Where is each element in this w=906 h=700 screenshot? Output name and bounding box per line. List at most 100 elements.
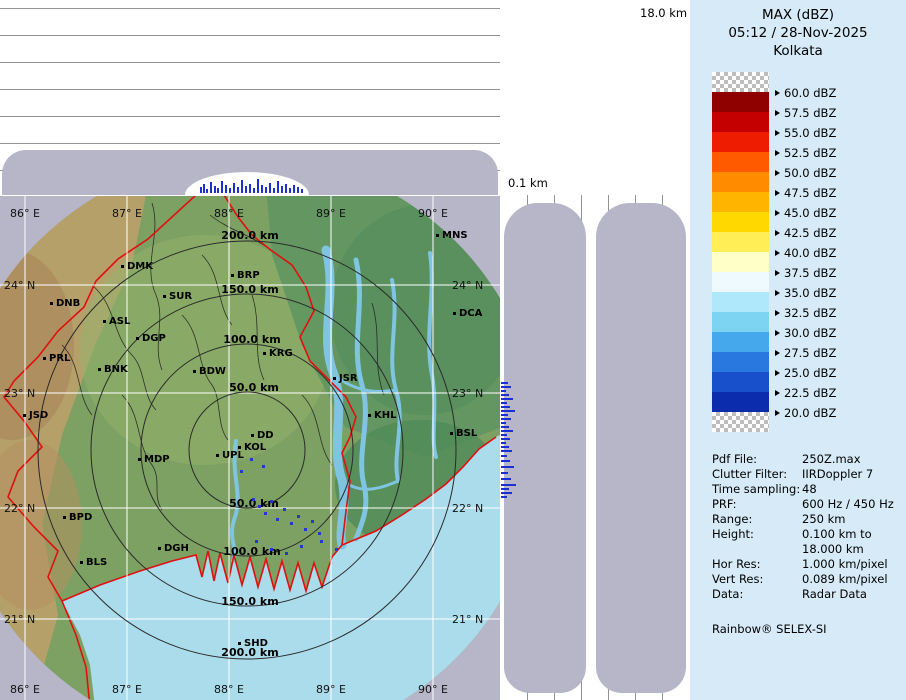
range-ring-label: 200.0 km xyxy=(221,229,278,242)
station-marker: ASL xyxy=(103,316,130,327)
echo-tick xyxy=(501,402,507,404)
echo-tick xyxy=(501,472,508,474)
scale-row: 40.0 dBZ xyxy=(712,232,769,252)
lon-label: 88° E xyxy=(214,207,244,220)
echo-tick xyxy=(214,186,216,193)
echo-tick xyxy=(257,179,259,193)
echo-tick xyxy=(297,187,299,193)
station-dot-icon xyxy=(50,302,53,305)
echo-dot xyxy=(270,500,273,503)
scale-row: 22.5 dBZ xyxy=(712,372,769,392)
info-row: Data:Radar Data xyxy=(712,587,898,602)
station-dot-icon xyxy=(450,432,453,435)
scale-swatch xyxy=(712,72,769,92)
echo-tick xyxy=(501,446,509,448)
scale-swatch xyxy=(712,392,769,412)
scale-row xyxy=(712,412,769,432)
echo-tick xyxy=(501,422,506,424)
scale-tick-icon xyxy=(775,90,780,96)
echo-tick xyxy=(501,398,513,400)
scale-tick-icon xyxy=(775,110,780,116)
lon-label: 86° E xyxy=(10,207,40,220)
scale-swatch xyxy=(712,132,769,152)
scale-tick-icon xyxy=(775,290,780,296)
echo-tick xyxy=(501,426,509,428)
top-panel-gridline xyxy=(0,8,500,9)
station-dot-icon xyxy=(158,547,161,550)
echo-dot xyxy=(283,508,286,511)
software-branding: Rainbow® SELEX-SI xyxy=(712,622,827,636)
scale-tick-icon xyxy=(775,390,780,396)
lon-label: 87° E xyxy=(112,207,142,220)
scale-label-text: 57.5 dBZ xyxy=(784,106,836,120)
top-panel-gridline xyxy=(0,89,500,90)
echo-tick xyxy=(501,390,506,392)
top-panel-gridline xyxy=(0,35,500,36)
scale-label: 42.5 dBZ xyxy=(775,226,836,240)
scale-row: 30.0 dBZ xyxy=(712,312,769,332)
echo-tick xyxy=(253,188,255,193)
station-dot-icon xyxy=(436,234,439,237)
echo-tick xyxy=(203,184,205,193)
range-ring-label: 100.0 km xyxy=(223,333,280,346)
range-ring-label: 150.0 km xyxy=(221,283,278,296)
lon-label: 90° E xyxy=(418,683,448,696)
info-row: PRF:600 Hz / 450 Hz xyxy=(712,497,898,512)
echo-tick xyxy=(501,466,514,468)
scale-tick-icon xyxy=(775,190,780,196)
scale-swatch xyxy=(712,412,769,432)
radar-display-window: 18.0 km 0.1 km xyxy=(0,0,906,700)
echo-dot xyxy=(304,528,307,531)
info-label: Data: xyxy=(712,587,802,602)
lat-label: 22° N xyxy=(452,502,483,515)
info-label: Time sampling: xyxy=(712,482,802,497)
station-dot-icon xyxy=(138,458,141,461)
lat-label: 23° N xyxy=(4,387,35,400)
station-marker: DMK xyxy=(121,261,153,272)
scale-row: 45.0 dBZ xyxy=(712,192,769,212)
info-label: Clutter Filter: xyxy=(712,467,802,482)
vertical-projection-top-panel xyxy=(0,0,500,195)
lon-label: 90° E xyxy=(418,207,448,220)
station-label: ASL xyxy=(109,316,130,327)
info-label: PRF: xyxy=(712,497,802,512)
range-ring-label: 150.0 km xyxy=(221,595,278,608)
lat-label: 24° N xyxy=(4,279,35,292)
info-row: Range:250 km xyxy=(712,512,898,527)
station-marker: PRL xyxy=(43,353,70,364)
radar-map-panel: 86° E86° E87° E87° E88° E88° E89° E89° E… xyxy=(0,195,500,700)
echo-tick xyxy=(501,406,510,408)
scale-label: 57.5 dBZ xyxy=(775,106,836,120)
lat-label: 23° N xyxy=(452,387,483,400)
scale-swatch xyxy=(712,352,769,372)
scale-label: 27.5 dBZ xyxy=(775,346,836,360)
echo-dot xyxy=(264,512,267,515)
height-axis-max-label: 18.0 km xyxy=(640,6,687,20)
scale-label: 60.0 dBZ xyxy=(775,86,836,100)
station-marker: MNS xyxy=(436,230,468,241)
scale-tick-icon xyxy=(775,150,780,156)
echo-tick xyxy=(241,180,243,193)
station-label: JSD xyxy=(29,410,48,421)
info-label: Vert Res: xyxy=(712,572,802,587)
echo-tick xyxy=(501,410,515,412)
station-label: DCA xyxy=(459,308,482,319)
station-marker: DGP xyxy=(136,333,166,344)
station-dot-icon xyxy=(368,414,371,417)
no-data-mask xyxy=(596,203,686,693)
scale-label: 35.0 dBZ xyxy=(775,286,836,300)
info-label: Pdf File: xyxy=(712,452,802,467)
scale-label-text: 52.5 dBZ xyxy=(784,146,836,160)
scale-tick-icon xyxy=(775,330,780,336)
station-dot-icon xyxy=(251,434,254,437)
station-label: DNB xyxy=(56,298,80,309)
echo-tick xyxy=(501,496,507,498)
top-panel-gridline xyxy=(0,62,500,63)
echo-tick xyxy=(501,478,511,480)
info-label: Range: xyxy=(712,512,802,527)
scale-label: 50.0 dBZ xyxy=(775,166,836,180)
scale-label-text: 42.5 dBZ xyxy=(784,226,836,240)
scale-row: 25.0 dBZ xyxy=(712,352,769,372)
dbz-color-scale: 60.0 dBZ57.5 dBZ55.0 dBZ52.5 dBZ50.0 dBZ… xyxy=(712,72,898,432)
echo-dot xyxy=(290,522,293,525)
